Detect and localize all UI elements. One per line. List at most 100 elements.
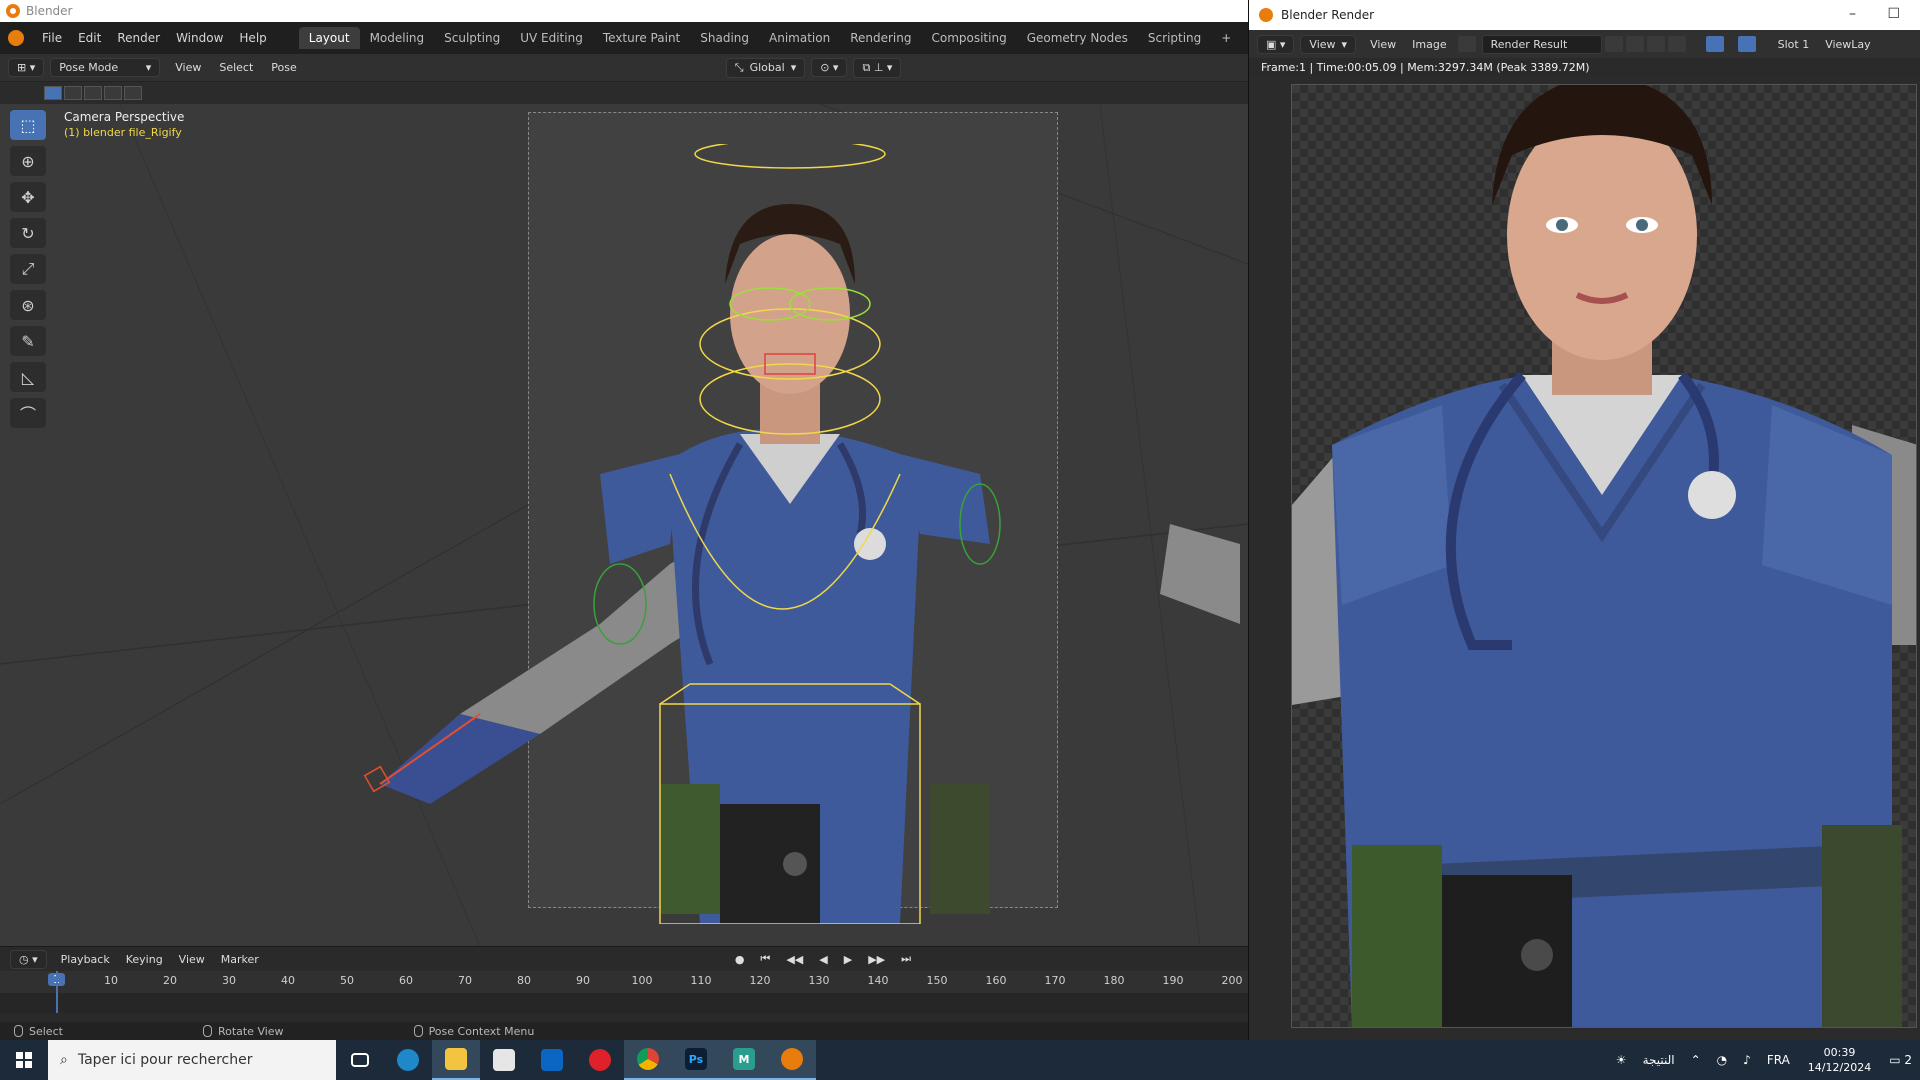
taskbar-search-box[interactable]: ⌕ Taper ici pour rechercher [48,1040,336,1080]
transform-icon[interactable]: ⊛ [10,290,46,320]
annotate-icon[interactable]: ✎ [10,326,46,356]
timeline-menu-playback[interactable]: Playback [53,953,118,966]
measure-icon[interactable]: ◺ [10,362,46,392]
play-reverse-icon[interactable]: ◀ [811,953,835,966]
rigged-character-viewport[interactable] [340,144,1240,924]
maximize-icon[interactable]: ☐ [1887,6,1900,22]
pivot-dropdown[interactable]: ⊙ ▾ [811,58,848,77]
view-layer-dropdown[interactable]: ViewLay [1817,38,1878,51]
image-name-field[interactable]: Render Result [1481,34,1602,54]
jump-keyframe-back-icon[interactable]: ◀◀ [778,953,811,966]
tab-shading[interactable]: Shading [690,27,759,49]
new-image-icon[interactable] [1625,36,1644,52]
tab-compositing[interactable]: Compositing [921,27,1016,49]
move-icon[interactable]: ✥ [10,182,46,212]
pose-relax-icon[interactable]: ⌒ [10,398,46,428]
playhead[interactable] [56,971,58,1013]
tray-chevron-icon[interactable]: ⌃ [1683,1053,1709,1067]
mode-dropdown[interactable]: Pose Mode ▾ [50,58,161,77]
task-view-icon[interactable] [336,1040,384,1080]
render-window: Blender Render – ☐ ▣ ▾ View ▾ View Image… [1248,0,1920,1040]
fake-user-icon[interactable] [1604,36,1623,52]
menu-edit[interactable]: Edit [70,31,109,45]
opera-icon[interactable] [576,1040,624,1080]
open-image-icon[interactable] [1646,36,1665,52]
timeline-track[interactable] [0,971,1248,1013]
render-result-canvas[interactable] [1291,84,1917,1028]
tab-modeling[interactable]: Modeling [360,27,435,49]
menu-render[interactable]: Render [109,31,168,45]
jump-keyframe-forward-icon[interactable]: ▶▶ [860,953,893,966]
network-icon[interactable]: ◔ [1709,1053,1735,1067]
view-mode-dropdown[interactable]: View ▾ [1300,34,1357,54]
select-mode-subtract-icon[interactable] [84,86,102,100]
blender-menu-icon[interactable] [8,30,24,46]
notifications-icon[interactable]: ▭ 2 [1881,1053,1920,1067]
snap-toggle[interactable]: ⧉ ⊥ ▾ [853,57,902,78]
timeline-menu-keying[interactable]: Keying [118,953,171,966]
outlook-icon[interactable] [528,1040,576,1080]
language-indicator[interactable]: FRA [1759,1053,1798,1067]
tab-texture-paint[interactable]: Texture Paint [593,27,690,49]
scale-icon[interactable]: ⤢ [10,254,46,284]
image-browse-icon[interactable] [1457,36,1476,52]
photoshop-icon[interactable]: Ps [672,1040,720,1080]
cursor-icon[interactable]: ⊕ [10,146,46,176]
select-mode-intersect-icon[interactable] [124,86,142,100]
tab-layout[interactable]: Layout [298,27,360,49]
tool-shelf: ⬚ ⊕ ✥ ↻ ⤢ ⊛ ✎ ◺ ⌒ [10,110,46,428]
weather-label[interactable]: النتيجة [1635,1053,1683,1067]
3d-viewport[interactable]: ⬚ ⊕ ✥ ↻ ⤢ ⊛ ✎ ◺ ⌒ Camera Perspective (1)… [0,104,1248,946]
tab-scripting[interactable]: Scripting [1138,27,1211,49]
image-editor-type-dropdown[interactable]: ▣ ▾ [1257,34,1295,54]
store-icon[interactable] [480,1040,528,1080]
frame-tick: 140 [867,974,889,987]
edge-icon[interactable] [384,1040,432,1080]
add-workspace-button[interactable]: + [1211,27,1241,49]
editor-type-dropdown[interactable]: ⊞ ▾ [8,58,45,77]
chrome-icon[interactable] [624,1040,672,1080]
timeline-editor-type-dropdown[interactable]: ◷ ▾ [10,949,47,969]
tab-rendering[interactable]: Rendering [840,27,921,49]
clock[interactable]: 00:39 14/12/2024 [1798,1045,1881,1075]
play-icon[interactable]: ▶ [836,953,860,966]
tab-animation[interactable]: Animation [759,27,840,49]
orientation-icon: ⤡ [734,60,744,74]
tab-sculpting[interactable]: Sculpting [434,27,510,49]
record-button[interactable]: ● [727,953,753,966]
minimize-icon[interactable]: – [1849,6,1856,22]
select-mode-invert-icon[interactable] [104,86,122,100]
frame-tick: 110 [690,974,712,987]
orientation-dropdown[interactable]: ⤡ Global ▾ [725,57,806,78]
rotate-icon[interactable]: ↻ [10,218,46,248]
m-app-icon[interactable]: M [720,1040,768,1080]
slot-dropdown[interactable]: Slot 1 [1770,38,1818,51]
file-explorer-icon[interactable] [432,1040,480,1080]
weather-icon[interactable]: ☀ [1608,1053,1635,1067]
frame-ruler[interactable]: 1 10203040506070809010011012013014015016… [0,971,1248,993]
start-button[interactable] [0,1040,48,1080]
jump-start-icon[interactable]: ⏮ [752,952,778,966]
menu-window[interactable]: Window [168,31,231,45]
top-menu-bar: File Edit Render Window Help Layout Mode… [0,22,1248,54]
select-mode-new-icon[interactable] [44,86,62,100]
render-menu-image[interactable]: Image [1404,38,1454,51]
render-menu-view[interactable]: View [1362,38,1404,51]
volume-icon[interactable]: ♪ [1735,1053,1759,1067]
header-menu-view[interactable]: View [166,61,210,74]
sample-tool-icon[interactable] [1705,36,1724,52]
select-mode-extend-icon[interactable] [64,86,82,100]
header-menu-select[interactable]: Select [210,61,262,74]
timeline-menu-view[interactable]: View [171,953,213,966]
tab-uv-editing[interactable]: UV Editing [510,27,593,49]
timeline-menu-marker[interactable]: Marker [213,953,267,966]
menu-file[interactable]: File [34,31,70,45]
jump-end-icon[interactable]: ⏭ [893,952,919,966]
select-box-icon[interactable]: ⬚ [10,110,46,140]
unlink-image-icon[interactable] [1667,36,1686,52]
gizmo-toggle-icon[interactable] [1737,36,1756,52]
tab-geometry-nodes[interactable]: Geometry Nodes [1017,27,1138,49]
header-menu-pose[interactable]: Pose [262,61,305,74]
menu-help[interactable]: Help [231,31,274,45]
blender-taskbar-icon[interactable] [768,1040,816,1080]
